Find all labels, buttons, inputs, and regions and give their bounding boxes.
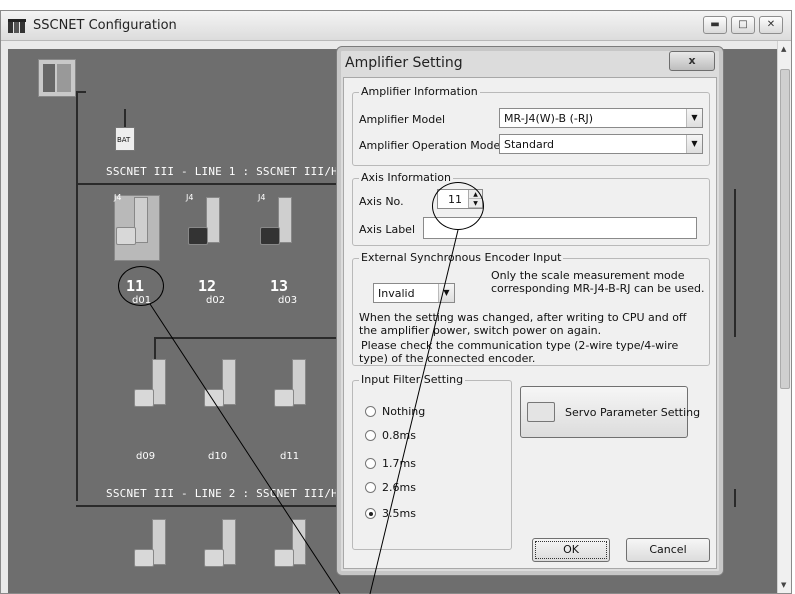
radio-2-6ms[interactable]: 2.6ms (365, 481, 416, 494)
input-filter-group: Input Filter Setting Nothing 0.8ms 1.7ms… (352, 373, 512, 550)
encoder-note-3: Please check the communication type (2-w… (359, 339, 679, 365)
amp-tag: J4 (186, 193, 194, 202)
select-value: Standard (504, 138, 555, 151)
amplifier-d01[interactable]: J4 (114, 193, 156, 255)
axis-number: 12 (198, 277, 217, 295)
wire (734, 189, 736, 337)
external-encoder-group: External Synchronous Encoder Input Inval… (352, 251, 710, 366)
scroll-thumb[interactable] (780, 69, 790, 389)
select-value: Invalid (378, 287, 415, 300)
chevron-down-icon: ▼ (686, 135, 702, 153)
radio-1-7ms[interactable]: 1.7ms (365, 457, 416, 470)
dialog-title: Amplifier Setting (345, 55, 463, 71)
axis-no-label: Axis No. (359, 195, 404, 208)
radio-label: 0.8ms (382, 429, 416, 442)
amplifier-name: d10 (208, 451, 228, 462)
amp-tag: J4 (114, 193, 122, 202)
close-button[interactable]: ✕ (759, 16, 783, 34)
wire (154, 337, 344, 339)
battery[interactable]: BAT (115, 127, 135, 151)
amplifier-model-select[interactable]: MR-J4(W)-B (-RJ) ▼ (499, 108, 703, 128)
encoder-note-1: Only the scale measurement mode correspo… (491, 269, 705, 295)
group-legend: External Synchronous Encoder Input (359, 251, 564, 264)
close-icon: x (688, 54, 696, 67)
motion-controller[interactable] (38, 59, 76, 97)
scroll-up-icon[interactable]: ▲ (781, 45, 786, 53)
amplifier-name: d09 (136, 451, 156, 462)
battery-label: BAT (117, 136, 131, 144)
radio-nothing[interactable]: Nothing (365, 405, 425, 418)
amplifier[interactable] (134, 519, 174, 577)
radio-label: 1.7ms (382, 457, 416, 470)
group-legend: Amplifier Information (359, 85, 480, 98)
button-label: Servo Parameter Setting (565, 406, 701, 419)
maximize-button[interactable]: □ (731, 16, 755, 34)
callout-circle (432, 182, 484, 230)
cancel-button[interactable]: Cancel (626, 538, 710, 562)
vertical-scrollbar[interactable]: ▲ ▼ (777, 41, 791, 593)
wire (124, 109, 126, 127)
amplifier-d09[interactable] (134, 359, 174, 417)
chevron-down-icon: ▼ (686, 109, 702, 127)
amplifier-name: d03 (278, 295, 298, 306)
radio-icon (365, 482, 376, 493)
amplifier-d02[interactable]: J4 (186, 193, 228, 255)
line1-label: SSCNET III - LINE 1 : SSCNET III/H (106, 165, 338, 178)
radio-3-5ms[interactable]: 3.5ms (365, 507, 416, 520)
group-legend: Input Filter Setting (359, 373, 466, 386)
maximize-icon: □ (738, 19, 748, 30)
group-legend: Axis Information (359, 171, 453, 184)
dialog-close-button[interactable]: x (669, 51, 715, 71)
axis-information-group: Axis Information Axis No. 11 ▲ ▼ Axis Lab… (352, 171, 710, 246)
scroll-down-icon[interactable]: ▼ (781, 581, 786, 589)
screen: SSCNET Configuration ▬ □ ✕ BAT SSCNET II (0, 0, 795, 594)
axis-number: 13 (270, 277, 289, 295)
radio-0-8ms[interactable]: 0.8ms (365, 429, 416, 442)
operation-mode-select[interactable]: Standard ▼ (499, 134, 703, 154)
window-title: SSCNET Configuration (33, 18, 177, 33)
wire (76, 505, 342, 507)
parameter-icon (527, 402, 555, 422)
radio-icon (365, 430, 376, 441)
amplifier[interactable] (274, 519, 314, 577)
amplifier-name: d11 (280, 451, 300, 462)
axis-label-label: Axis Label (359, 223, 415, 236)
encoder-note-2: When the setting was changed, after writ… (359, 311, 687, 337)
radio-label: 2.6ms (382, 481, 416, 494)
wire (734, 489, 736, 507)
amplifier[interactable] (204, 519, 244, 577)
wire (76, 183, 342, 185)
radio-selected-icon (365, 508, 376, 519)
title-bar: SSCNET Configuration ▬ □ ✕ (1, 11, 791, 41)
minimize-icon: ▬ (710, 19, 720, 30)
amplifier-setting-dialog: Amplifier Setting x Amplifier Informatio… (336, 46, 724, 576)
dialog-body: Amplifier Information Amplifier Model MR… (343, 77, 717, 569)
minimize-button[interactable]: ▬ (703, 16, 727, 34)
amp-tag: J4 (258, 193, 266, 202)
operation-mode-label: Amplifier Operation Mode (359, 139, 501, 152)
radio-icon (365, 406, 376, 417)
encoder-input-select[interactable]: Invalid ▼ (373, 283, 455, 303)
radio-label: 3.5ms (382, 507, 416, 520)
amplifier-name: d02 (206, 295, 226, 306)
callout-circle (118, 266, 164, 306)
radio-label: Nothing (382, 405, 426, 418)
radio-icon (365, 458, 376, 469)
line2-label: SSCNET III - LINE 2 : SSCNET III/H (106, 487, 338, 500)
amplifier-information-group: Amplifier Information Amplifier Model MR… (352, 85, 710, 166)
ok-button[interactable]: OK (532, 538, 610, 562)
amplifier-d10[interactable] (204, 359, 244, 417)
amplifier-d03[interactable]: J4 (258, 193, 300, 255)
close-icon: ✕ (766, 19, 776, 30)
app-icon (8, 19, 26, 33)
amplifier-model-label: Amplifier Model (359, 113, 446, 126)
wire (76, 91, 78, 501)
servo-parameter-setting-button[interactable]: Servo Parameter Setting (520, 386, 700, 438)
chevron-down-icon: ▼ (438, 284, 454, 302)
select-value: MR-J4(W)-B (-RJ) (504, 112, 594, 125)
amplifier-d11[interactable] (274, 359, 314, 417)
